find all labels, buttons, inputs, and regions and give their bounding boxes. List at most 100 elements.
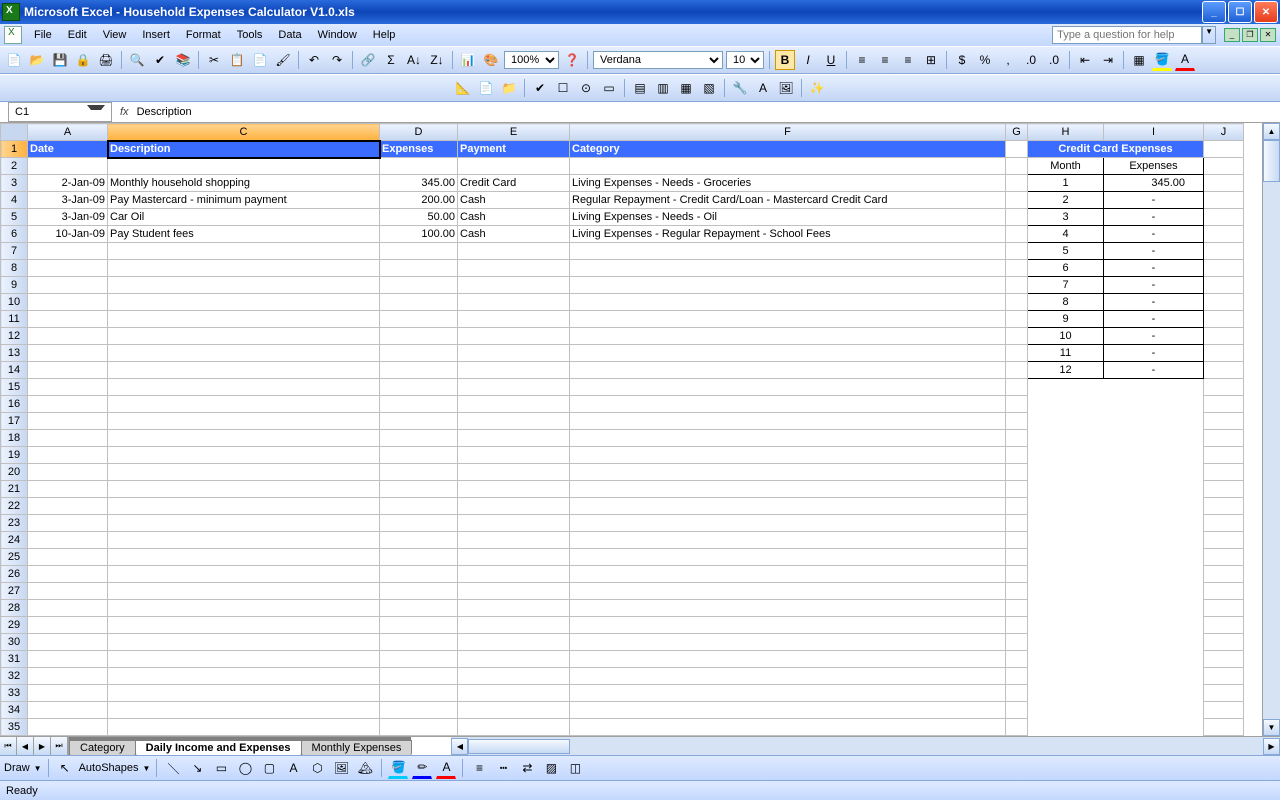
decrease-decimal-icon[interactable]: .0 — [1044, 50, 1064, 70]
cell[interactable]: - — [1104, 277, 1204, 294]
zoom-combo[interactable]: 100% — [504, 51, 559, 69]
col-header[interactable]: D — [380, 124, 458, 141]
cell[interactable]: 9 — [1028, 311, 1104, 328]
row-header[interactable]: 32 — [1, 668, 28, 685]
font-color-icon[interactable]: A — [436, 757, 456, 779]
row-header[interactable]: 16 — [1, 396, 28, 413]
horizontal-scrollbar[interactable]: ◀ ▶ — [451, 737, 1280, 755]
cell-active[interactable]: Description — [108, 141, 380, 158]
line-color-icon[interactable]: ✏ — [412, 757, 432, 779]
cell[interactable]: Regular Repayment - Credit Card/Loan - M… — [570, 192, 1006, 209]
menu-view[interactable]: View — [95, 27, 135, 43]
tool-icon[interactable]: ▭ — [599, 78, 619, 98]
document-icon[interactable] — [4, 26, 22, 44]
diagram-icon[interactable]: ⬡ — [307, 758, 327, 778]
cell[interactable]: 50.00 — [380, 209, 458, 226]
scroll-right-icon[interactable]: ▶ — [1263, 738, 1280, 755]
row-header[interactable]: 17 — [1, 413, 28, 430]
increase-decimal-icon[interactable]: .0 — [1021, 50, 1041, 70]
cell[interactable]: Category — [570, 141, 1006, 158]
cell[interactable] — [28, 158, 108, 175]
cell[interactable]: - — [1104, 328, 1204, 345]
sheet-tab-monthly[interactable]: Monthly Expenses — [301, 740, 413, 755]
tool-icon[interactable]: 📄 — [476, 78, 496, 98]
scroll-down-icon[interactable]: ▼ — [1263, 719, 1280, 736]
row-header[interactable]: 2 — [1, 158, 28, 175]
col-header[interactable]: G — [1006, 124, 1028, 141]
row-header[interactable]: 23 — [1, 515, 28, 532]
cell[interactable] — [1204, 192, 1244, 209]
cell[interactable]: Credit Card — [458, 175, 570, 192]
help-search-input[interactable] — [1052, 26, 1202, 44]
tab-nav-last-icon[interactable]: ⏭ — [51, 737, 68, 755]
permission-icon[interactable]: 🔒 — [73, 50, 93, 70]
font-color-icon[interactable]: A — [1175, 49, 1195, 71]
redo-icon[interactable]: ↷ — [327, 50, 347, 70]
open-icon[interactable]: 📂 — [27, 50, 47, 70]
tool-icon[interactable]: ✔ — [530, 78, 550, 98]
arrow-icon[interactable]: ↘ — [187, 758, 207, 778]
menu-insert[interactable]: Insert — [134, 27, 178, 43]
format-painter-icon[interactable]: 🖌 — [273, 50, 293, 70]
bold-button[interactable]: B — [775, 50, 795, 70]
formula-value[interactable]: Description — [135, 106, 1280, 118]
cell[interactable]: - — [1104, 362, 1204, 379]
borders-icon[interactable]: ▦ — [1129, 50, 1149, 70]
arrow-style-icon[interactable]: ⇄ — [517, 758, 537, 778]
fill-color-icon[interactable]: 🪣 — [388, 757, 408, 779]
col-header[interactable]: J — [1204, 124, 1244, 141]
line-icon[interactable]: ＼ — [163, 758, 183, 778]
row-header[interactable]: 29 — [1, 617, 28, 634]
cell[interactable]: 5 — [1028, 243, 1104, 260]
cell[interactable]: - — [1104, 260, 1204, 277]
tool-icon[interactable]: A — [753, 78, 773, 98]
tool-icon[interactable]: 🔧 — [730, 78, 750, 98]
tab-nav-prev-icon[interactable]: ◀ — [17, 737, 34, 755]
tool-icon[interactable]: ▧ — [699, 78, 719, 98]
menu-edit[interactable]: Edit — [60, 27, 95, 43]
cell[interactable]: 1 — [1028, 175, 1104, 192]
autoshapes-menu[interactable]: AutoShapes — [79, 762, 139, 774]
row-header[interactable]: 26 — [1, 566, 28, 583]
cell[interactable]: Car Oil — [108, 209, 380, 226]
align-center-icon[interactable]: ≡ — [875, 50, 895, 70]
tool-icon[interactable]: ☐ — [553, 78, 573, 98]
cell[interactable] — [570, 158, 1006, 175]
spreadsheet-grid[interactable]: A C D E F G H I J 1 Date Description Exp… — [0, 123, 1244, 736]
cell[interactable]: 10-Jan-09 — [28, 226, 108, 243]
cell[interactable] — [1006, 175, 1028, 192]
cell[interactable]: - — [1104, 209, 1204, 226]
cell[interactable]: 8 — [1028, 294, 1104, 311]
col-header[interactable]: A — [28, 124, 108, 141]
comma-icon[interactable]: , — [998, 50, 1018, 70]
scroll-thumb[interactable] — [1263, 140, 1280, 182]
cell[interactable]: Cash — [458, 192, 570, 209]
cell[interactable]: Expenses — [1104, 158, 1204, 175]
cell[interactable]: Pay Student fees — [108, 226, 380, 243]
tool-icon[interactable]: ⊙ — [576, 78, 596, 98]
cell[interactable]: Cash — [458, 209, 570, 226]
row-header[interactable]: 6 — [1, 226, 28, 243]
cell[interactable] — [1204, 226, 1244, 243]
clipart-icon[interactable]: 🖼 — [331, 758, 351, 778]
new-icon[interactable]: 📄 — [4, 50, 24, 70]
italic-button[interactable]: I — [798, 50, 818, 70]
row-header[interactable]: 13 — [1, 345, 28, 362]
menu-tools[interactable]: Tools — [229, 27, 271, 43]
cell[interactable]: Living Expenses - Needs - Oil — [570, 209, 1006, 226]
row-header[interactable]: 12 — [1, 328, 28, 345]
row-header[interactable]: 25 — [1, 549, 28, 566]
maximize-button[interactable]: ☐ — [1228, 1, 1252, 23]
cell[interactable]: 100.00 — [380, 226, 458, 243]
draw-menu[interactable]: Draw — [4, 762, 30, 774]
menu-format[interactable]: Format — [178, 27, 229, 43]
chart-icon[interactable]: 📊 — [458, 50, 478, 70]
row-header[interactable]: 4 — [1, 192, 28, 209]
chevron-down-icon[interactable] — [87, 105, 105, 120]
col-header[interactable]: E — [458, 124, 570, 141]
scroll-left-icon[interactable]: ◀ — [451, 738, 468, 755]
cell[interactable]: 4 — [1028, 226, 1104, 243]
row-header[interactable]: 28 — [1, 600, 28, 617]
row-header[interactable]: 3 — [1, 175, 28, 192]
paste-icon[interactable]: 📄 — [250, 50, 270, 70]
